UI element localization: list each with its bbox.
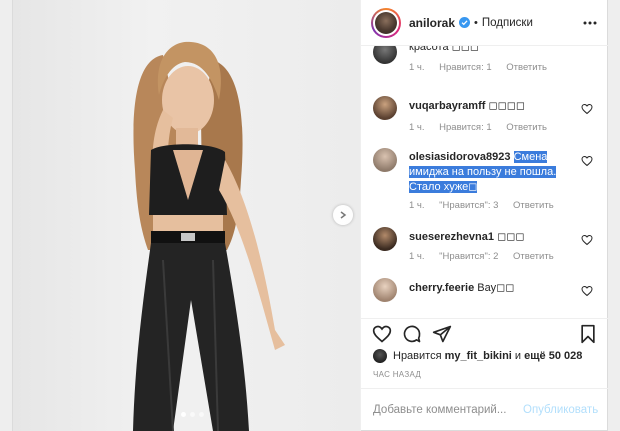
comment-likes[interactable]: "Нравится": 2 bbox=[439, 251, 498, 262]
comment-meta: 1 ч. Нравится: 1 Ответить bbox=[409, 122, 559, 133]
like-comment-heart-icon[interactable] bbox=[581, 155, 593, 167]
likes-prefix: Нравится bbox=[393, 350, 442, 362]
comment-avatar[interactable] bbox=[373, 148, 397, 172]
photo-woman-figure bbox=[133, 41, 285, 431]
bookmark-icon bbox=[581, 324, 595, 344]
comment-item: vuqarbayramff ◻◻◻◻ 1 ч. Нравится: 1 Отве… bbox=[361, 96, 609, 140]
liker-avatar[interactable] bbox=[373, 349, 387, 363]
like-comment-heart-icon[interactable] bbox=[581, 285, 593, 297]
reply-button[interactable]: Ответить bbox=[513, 251, 554, 262]
comment-text: красота ◻◻◻ bbox=[409, 46, 480, 53]
heart-icon bbox=[372, 325, 392, 343]
comment-item: olesiasidorova8923 Смена имиджа на польз… bbox=[361, 148, 609, 218]
carousel-dot bbox=[199, 412, 204, 417]
comment-item: красота ◻◻◻ 1 ч. Нравится: 1 Ответить bbox=[361, 46, 609, 80]
more-options-button[interactable] bbox=[582, 15, 598, 31]
author-avatar[interactable] bbox=[371, 7, 401, 38]
save-button[interactable] bbox=[577, 323, 599, 345]
comment-item: sueserezhevna1 ◻◻◻ 1 ч. "Нравится": 2 От… bbox=[361, 227, 609, 271]
likes-count[interactable]: ещё 50 028 bbox=[524, 350, 582, 362]
comment-time: 1 ч. bbox=[409, 62, 425, 73]
comment-text: ◻◻◻◻ bbox=[488, 100, 526, 112]
comment-meta: 1 ч. "Нравится": 2 Ответить bbox=[409, 251, 566, 262]
like-comment-heart-icon[interactable] bbox=[581, 103, 593, 115]
carousel-dot bbox=[190, 412, 195, 417]
comment-meta: 1 ч. Нравится: 1 Ответить bbox=[409, 62, 559, 73]
comment-avatar[interactable] bbox=[373, 46, 397, 64]
comment-text: ◻◻◻ bbox=[497, 231, 525, 243]
like-button[interactable] bbox=[371, 323, 393, 345]
post-header: anilorak • Подписки bbox=[361, 0, 608, 46]
post-modal: anilorak • Подписки красота ◻◻◻ 1 ч. Нра… bbox=[12, 0, 609, 431]
verified-badge-icon bbox=[459, 17, 471, 28]
author-username[interactable]: anilorak bbox=[409, 16, 455, 30]
comment-time: 1 ч. bbox=[409, 200, 425, 211]
likes-summary: Нравится my_fit_bikini и ещё 50 028 bbox=[373, 347, 609, 365]
header-separator: • bbox=[474, 16, 478, 29]
comment-bubble-icon bbox=[403, 325, 421, 343]
liker-username[interactable]: my_fit_bikini bbox=[445, 350, 512, 362]
comment-likes[interactable]: Нравится: 1 bbox=[439, 62, 491, 73]
like-comment-heart-icon[interactable] bbox=[581, 234, 593, 246]
comment-body: cherry.feerie Вау◻◻ bbox=[409, 281, 579, 296]
likes-and: и bbox=[514, 350, 522, 362]
comment-text: Вау◻◻ bbox=[477, 282, 515, 294]
paper-plane-icon bbox=[432, 325, 452, 343]
chevron-right-icon bbox=[340, 211, 347, 219]
add-comment-bar: Опубликовать bbox=[361, 388, 609, 431]
reply-button[interactable]: Ответить bbox=[506, 122, 547, 133]
comment-likes[interactable]: "Нравится": 3 bbox=[439, 200, 498, 211]
comment-username[interactable]: sueserezhevna1 bbox=[409, 231, 494, 243]
comment-avatar[interactable] bbox=[373, 278, 397, 302]
carousel-dot-active bbox=[181, 412, 186, 417]
comment-button[interactable] bbox=[401, 323, 423, 345]
more-dots-icon bbox=[583, 21, 597, 24]
comment-body: olesiasidorova8923 Смена имиджа на польз… bbox=[409, 150, 579, 195]
carousel-dots bbox=[181, 412, 204, 417]
comment-body: vuqarbayramff ◻◻◻◻ bbox=[409, 99, 579, 114]
post-side-panel: anilorak • Подписки красота ◻◻◻ 1 ч. Нра… bbox=[360, 0, 609, 431]
post-photo[interactable] bbox=[13, 0, 360, 431]
share-button[interactable] bbox=[431, 323, 453, 345]
comment-avatar[interactable] bbox=[373, 96, 397, 120]
post-timestamp[interactable]: ЧАС НАЗАД bbox=[373, 370, 421, 379]
comment-username[interactable]: olesiasidorova8923 bbox=[409, 151, 511, 163]
reply-button[interactable]: Ответить bbox=[506, 62, 547, 73]
comment-item: cherry.feerie Вау◻◻ bbox=[361, 278, 609, 316]
next-slide-button[interactable] bbox=[333, 205, 353, 225]
publish-button[interactable]: Опубликовать bbox=[523, 404, 598, 416]
comment-time: 1 ч. bbox=[409, 122, 425, 133]
comment-input[interactable] bbox=[373, 404, 523, 416]
following-button[interactable]: Подписки bbox=[482, 17, 533, 29]
comment-likes[interactable]: Нравится: 1 bbox=[439, 122, 491, 133]
comment-body: sueserezhevna1 ◻◻◻ bbox=[409, 230, 579, 245]
comment-username[interactable]: cherry.feerie bbox=[409, 282, 474, 294]
comments-list[interactable]: красота ◻◻◻ 1 ч. Нравится: 1 Ответить vu… bbox=[361, 46, 609, 316]
comment-time: 1 ч. bbox=[409, 251, 425, 262]
comment-meta: 1 ч. "Нравится": 3 Ответить bbox=[409, 200, 566, 211]
reply-button[interactable]: Ответить bbox=[513, 200, 554, 211]
post-actions-bar bbox=[361, 318, 609, 348]
comment-avatar[interactable] bbox=[373, 227, 397, 251]
comment-username[interactable]: vuqarbayramff bbox=[409, 100, 485, 112]
